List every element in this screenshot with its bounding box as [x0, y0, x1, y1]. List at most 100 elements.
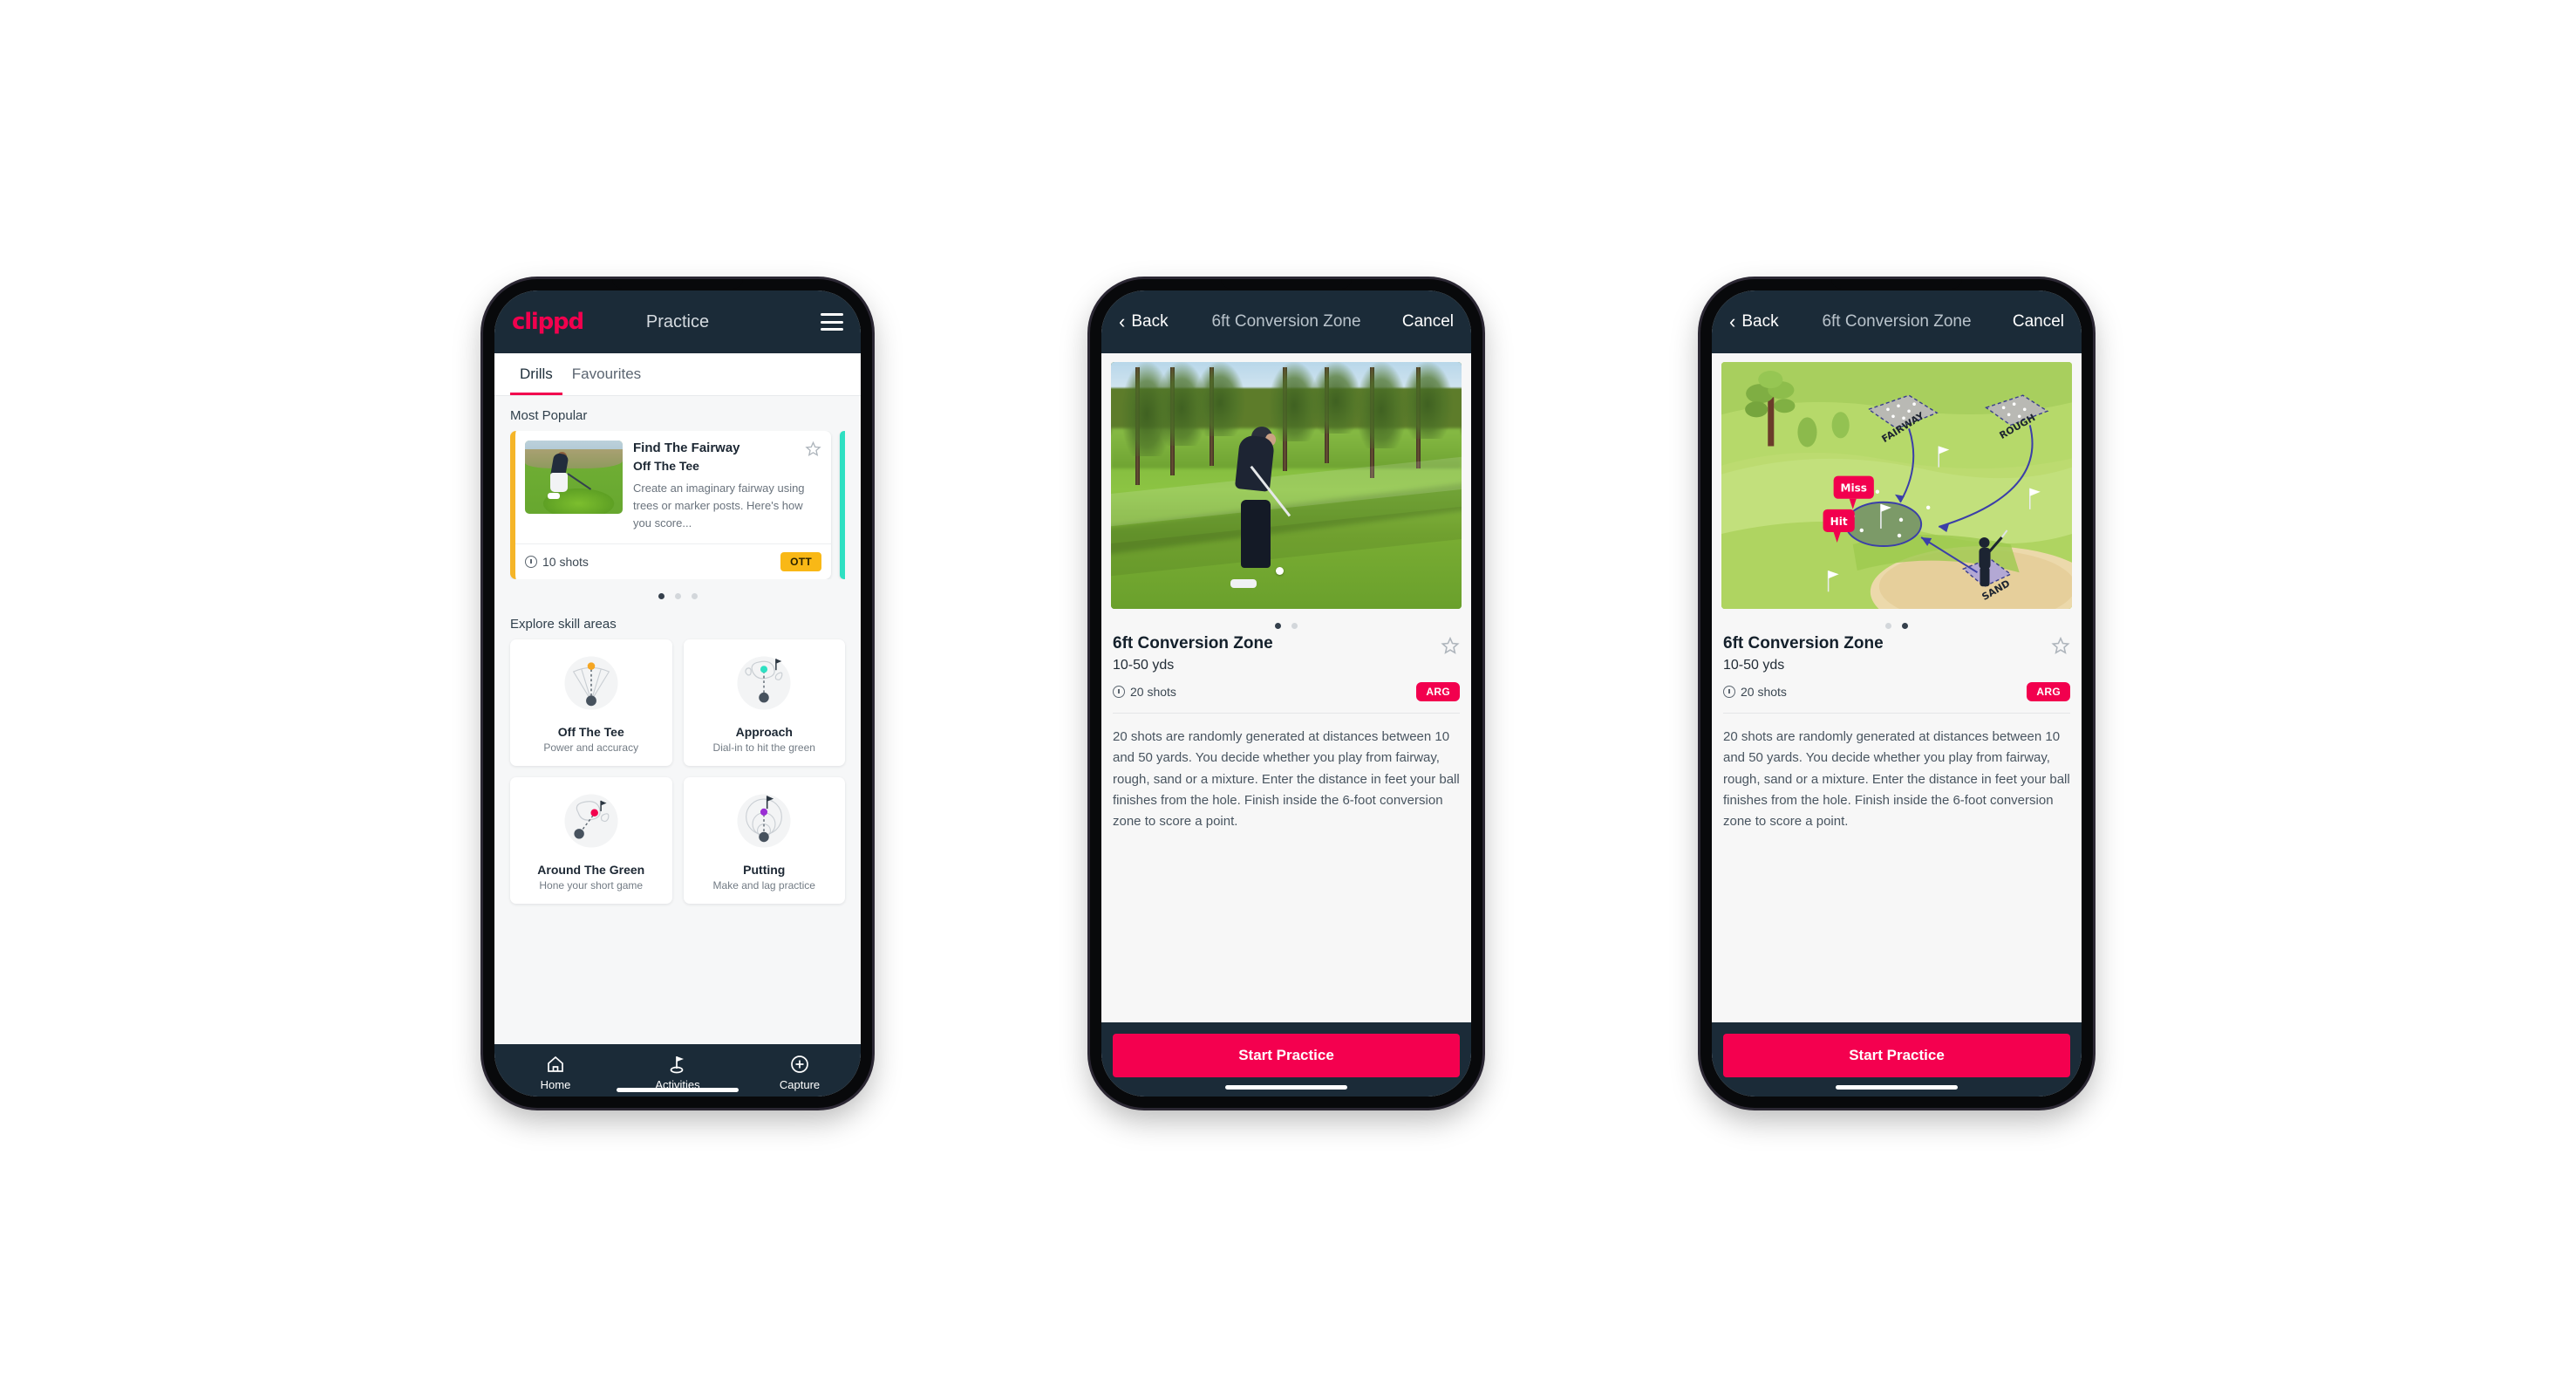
drill-card-top: Find The Fairway Off The Tee Create an i… [515, 431, 831, 543]
carousel-dot[interactable] [1291, 623, 1298, 629]
tabbar-item-capture[interactable]: Capture [739, 1053, 861, 1091]
skill-tag: Hone your short game [539, 879, 644, 892]
bottom-tab-bar: Home Activities Capture [494, 1044, 861, 1097]
skill-name: Approach [735, 725, 793, 740]
skill-tag: Power and accuracy [543, 741, 639, 755]
skill-card-approach[interactable]: Approach Dial-in to hit the green [683, 639, 845, 767]
skill-tag: Make and lag practice [712, 879, 815, 892]
tabbar-label: Capture [779, 1078, 821, 1091]
drill-card-next-peek[interactable] [840, 431, 845, 580]
tabbar-item-activities[interactable]: Activities [617, 1053, 739, 1091]
screenshot-canvas: clippd Practice Drills Favourites Most P… [0, 0, 2576, 1387]
star-outline-icon[interactable] [1441, 636, 1460, 655]
skill-card-off-the-tee[interactable]: Off The Tee Power and accuracy [510, 639, 672, 767]
skill-badge-arg: ARG [2027, 682, 2070, 701]
star-outline-icon[interactable] [805, 441, 821, 457]
carousel-dots[interactable] [1101, 609, 1471, 634]
phone2-screen: ‹ Back 6ft Conversion Zone Cancel 6ft Co… [1101, 290, 1471, 1097]
bush [1831, 412, 1850, 439]
around-green-icon [564, 794, 618, 848]
skill-name: Around The Green [537, 863, 645, 878]
drill-detail-body: FAIRWAY ROUGH SAND Miss Hit 6ft Conversi… [1712, 353, 2082, 1022]
skill-badge-arg: ARG [1416, 682, 1460, 701]
phone-mockup-drill-detail-diagram: ‹ Back 6ft Conversion Zone Cancel FAIRWA… [1700, 279, 2093, 1108]
carousel-dot[interactable] [658, 593, 664, 600]
drill-thumbnail [525, 441, 623, 514]
approach-green-icon [737, 656, 791, 710]
drill-shots-row: 20 shots ARG [1113, 682, 1460, 701]
clock-icon [1113, 686, 1125, 698]
drill-title: Find The Fairway [633, 441, 740, 455]
star-outline-icon[interactable] [2051, 636, 2070, 655]
drill-detail-title: 6ft Conversion Zone [1723, 634, 1884, 653]
app-bar: clippd Practice [494, 290, 861, 353]
chevron-left-icon: ‹ [1119, 311, 1126, 332]
svg-text:Miss: Miss [1841, 482, 1867, 495]
nav-bar: ‹ Back 6ft Conversion Zone Cancel [1712, 290, 2082, 353]
phone-mockup-drill-detail-photo: ‹ Back 6ft Conversion Zone Cancel 6ft Co… [1090, 279, 1482, 1108]
drill-shots-label: 10 shots [542, 555, 589, 570]
hamburger-icon[interactable] [821, 313, 843, 331]
phone1-screen: clippd Practice Drills Favourites Most P… [494, 290, 861, 1097]
skill-name: Putting [743, 863, 786, 878]
drill-shots: 10 shots [525, 555, 589, 569]
clock-icon [525, 556, 537, 569]
carousel-dots[interactable] [510, 579, 845, 605]
tee-fan-icon [564, 656, 618, 710]
hamburger-bar [821, 313, 843, 316]
drill-shots-label: 20 shots [1741, 685, 1787, 699]
drill-media-diagram[interactable]: FAIRWAY ROUGH SAND Miss Hit [1721, 362, 2072, 609]
tab-favourites[interactable]: Favourites [562, 353, 651, 395]
carousel-dot[interactable] [1885, 623, 1891, 629]
carousel-dot[interactable] [1902, 623, 1908, 629]
cta-footer: Start Practice [1101, 1022, 1471, 1097]
drill-distance: 10-50 yds [1723, 658, 1785, 673]
carousel-dots[interactable] [1712, 609, 2082, 634]
cancel-button[interactable]: Cancel [2013, 312, 2064, 331]
cta-footer: Start Practice [1712, 1022, 2082, 1097]
drill-shots: 20 shots [1723, 685, 1787, 699]
drill-detail-info: 6ft Conversion Zone 10-50 yds 20 shots A… [1712, 634, 2082, 701]
bush [1797, 417, 1817, 448]
back-label: Back [1131, 312, 1169, 331]
drill-meta: Find The Fairway Off The Tee Create an i… [633, 441, 821, 532]
home-indicator [617, 1088, 739, 1092]
drill-shots-row: 20 shots ARG [1723, 682, 2070, 701]
drill-description: 20 shots are randomly generated at dista… [1113, 729, 1460, 830]
skill-card-putting[interactable]: Putting Make and lag practice [683, 777, 845, 905]
golfer-chipping-photo [1111, 362, 1462, 609]
skill-card-around-the-green[interactable]: Around The Green Hone your short game [510, 777, 672, 905]
drill-media-photo[interactable] [1111, 362, 1462, 609]
drill-detail-info: 6ft Conversion Zone 10-50 yds 20 shots A… [1101, 634, 1471, 701]
tab-bar: Drills Favourites [494, 353, 861, 396]
svg-text:Hit: Hit [1830, 516, 1848, 528]
home-icon [494, 1053, 617, 1076]
chevron-left-icon: ‹ [1729, 311, 1736, 332]
drill-card[interactable]: Find The Fairway Off The Tee Create an i… [510, 431, 831, 580]
drill-carousel[interactable]: Find The Fairway Off The Tee Create an i… [510, 431, 845, 580]
plus-circle-icon [739, 1053, 861, 1076]
clock-icon [1723, 686, 1735, 698]
carousel-dot[interactable] [674, 593, 681, 600]
tab-drills[interactable]: Drills [510, 353, 562, 395]
practice-content: Most Popular Find The Fairway Off The Te… [494, 396, 861, 1044]
course-diagram: FAIRWAY ROUGH SAND Miss Hit [1721, 362, 2072, 609]
back-button[interactable]: ‹ Back [1729, 312, 1779, 331]
hamburger-bar [821, 320, 843, 324]
drill-subtitle: Off The Tee [633, 458, 699, 473]
nav-bar: ‹ Back 6ft Conversion Zone Cancel [1101, 290, 1471, 353]
start-practice-button[interactable]: Start Practice [1113, 1034, 1460, 1077]
drill-description: Create an imaginary fairway using trees … [633, 481, 805, 530]
tabbar-item-home[interactable]: Home [494, 1053, 617, 1091]
most-popular-heading: Most Popular [510, 408, 588, 423]
golf-flag-icon [617, 1053, 739, 1076]
start-practice-button[interactable]: Start Practice [1723, 1034, 2070, 1077]
cancel-button[interactable]: Cancel [1402, 312, 1454, 331]
explore-skill-areas-heading: Explore skill areas [510, 617, 617, 632]
home-indicator [1225, 1085, 1347, 1090]
drill-shots-label: 20 shots [1130, 685, 1176, 699]
carousel-dot[interactable] [691, 593, 698, 600]
carousel-dot[interactable] [1275, 623, 1281, 629]
phone-notch [1221, 279, 1352, 289]
back-button[interactable]: ‹ Back [1119, 312, 1169, 331]
